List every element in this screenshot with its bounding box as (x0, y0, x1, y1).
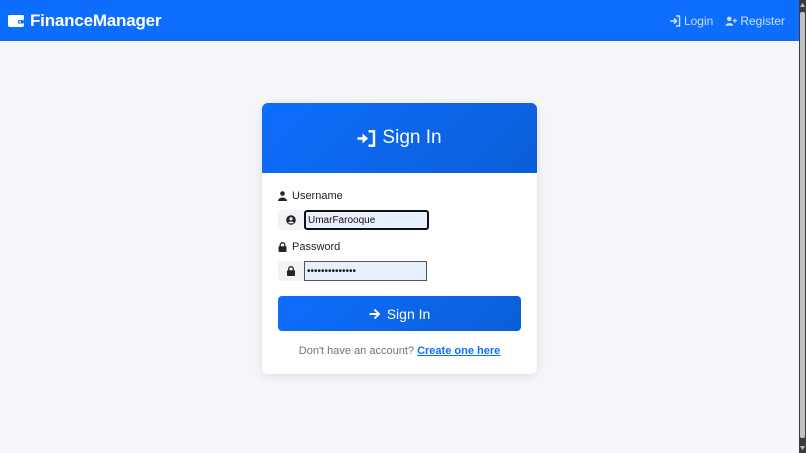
scroll-down-arrow-icon[interactable] (799, 443, 806, 453)
card-header: Sign In (262, 103, 537, 173)
password-addon (278, 261, 304, 281)
brand-name: FinanceManager (30, 10, 162, 30)
sign-in-button[interactable]: Sign In (278, 296, 521, 331)
login-card: Sign In Username UmarFarooque Password •… (262, 103, 537, 374)
login-icon (669, 14, 681, 27)
page-scrollbar[interactable] (799, 0, 806, 453)
nav-login-link[interactable]: Login (669, 14, 713, 28)
card-title: Sign In (382, 127, 442, 148)
brand[interactable]: FinanceManager (8, 10, 162, 31)
scroll-thumb[interactable] (800, 12, 805, 438)
username-input[interactable] (304, 210, 429, 230)
wallet-icon (8, 15, 24, 27)
user-icon (278, 191, 287, 201)
register-prompt: Don't have an account? Create one here (262, 345, 537, 357)
scroll-up-arrow-icon[interactable] (799, 0, 806, 10)
arrow-right-icon (369, 308, 381, 319)
create-account-link[interactable]: Create one here (417, 345, 500, 357)
nav-links: Login Register (669, 14, 785, 28)
username-label-text: Username (292, 190, 343, 202)
sign-in-button-label: Sign In (386, 305, 431, 322)
username-addon (278, 210, 304, 230)
user-circle-icon (286, 215, 296, 225)
navbar: FinanceManager Login Register (0, 0, 799, 41)
lock-icon (278, 242, 287, 252)
nav-register-link[interactable]: Register (725, 14, 785, 28)
register-prompt-text: Don't have an account? (298, 345, 415, 357)
password-input[interactable] (304, 261, 427, 281)
password-input-group (278, 261, 427, 281)
user-plus-icon (725, 16, 738, 26)
nav-register-label: Register (740, 13, 785, 28)
nav-login-label: Login (683, 13, 714, 28)
password-label: Password (278, 241, 340, 253)
sign-in-icon (357, 129, 376, 147)
username-label: Username (278, 190, 343, 202)
username-input-group (278, 210, 429, 230)
password-label-text: Password (292, 241, 341, 253)
lock-icon (287, 266, 295, 276)
